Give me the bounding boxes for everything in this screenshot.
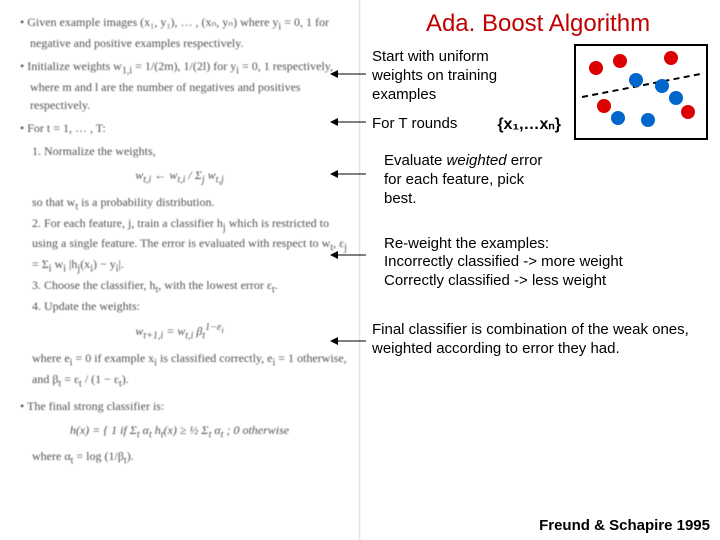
bullet-for: • For t = 1, … , T: bbox=[20, 120, 349, 137]
formula-final: h(x) = { 1 if Σt αt ht(x) ≥ ½ Σt αt ; 0 … bbox=[10, 422, 349, 443]
text-evaluate: Evaluate weighted error for each feature… bbox=[384, 152, 554, 208]
step-train: 2. For each feature, j, train a classifi… bbox=[32, 215, 349, 278]
text-for-t: For T rounds bbox=[372, 115, 457, 134]
step-normalize-b: so that wt is a probability distribution… bbox=[32, 194, 349, 215]
final-alpha: where αt = log (1/βt). bbox=[32, 448, 349, 469]
algorithm-pseudocode-pane: • Given example images (x₁, y₁), … , (xₙ… bbox=[0, 0, 360, 540]
step-normalize: 1. Normalize the weights, bbox=[32, 143, 349, 160]
arrow-icon bbox=[330, 70, 366, 78]
arrow-icon bbox=[330, 118, 366, 126]
dot-blue bbox=[655, 79, 669, 93]
text-reweight: Re-weight the examples: Incorrectly clas… bbox=[384, 235, 710, 291]
bullet-final: • The final strong classifier is: bbox=[20, 398, 349, 415]
arrow-icon bbox=[330, 337, 366, 345]
dot-red bbox=[664, 51, 678, 65]
text-final-classifier: Final classifier is combination of the w… bbox=[372, 321, 710, 359]
arrow-icon bbox=[330, 170, 366, 178]
bullet-init: • Initialize weights w1,i = 1/(2m), 1/(2… bbox=[20, 58, 349, 114]
label-xn: {x₁,…xₙ} bbox=[497, 114, 561, 134]
dot-blue bbox=[669, 91, 683, 105]
dot-red bbox=[589, 61, 603, 75]
citation: Freund & Schapire 1995 bbox=[539, 517, 710, 534]
step-update-b: where ei = 0 if example xi is classified… bbox=[32, 350, 349, 392]
step-choose: 3. Choose the classifier, ht, with the l… bbox=[32, 277, 349, 298]
formula-update: wt+1,i = wt,i βt1−ei bbox=[10, 321, 349, 344]
step-update: 4. Update the weights: bbox=[32, 298, 349, 315]
explanation-pane: Ada. Boost Algorithm Start with uniform … bbox=[360, 0, 720, 540]
dot-red bbox=[597, 99, 611, 113]
arrow-icon bbox=[330, 251, 366, 259]
text-start-weights: Start with uniform weights on training e… bbox=[372, 48, 537, 104]
slide-title: Ada. Boost Algorithm bbox=[366, 10, 710, 38]
bullet-given: • Given example images (x₁, y₁), … , (xₙ… bbox=[20, 14, 349, 52]
formula-normalize: wt,i ← wt,i / Σj wt,j bbox=[10, 167, 349, 188]
dot-red bbox=[613, 54, 627, 68]
dot-blue bbox=[629, 73, 643, 87]
